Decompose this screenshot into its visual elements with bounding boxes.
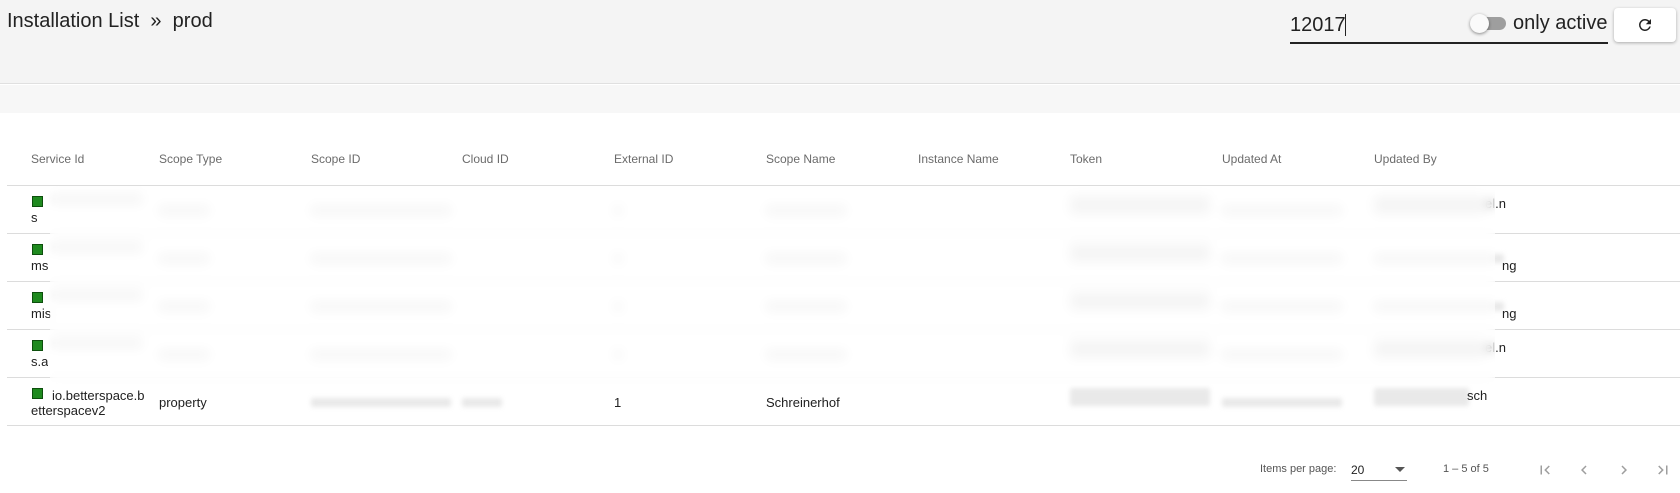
installation-table: Service Id Scope Type Scope ID Cloud ID … [7, 134, 1680, 426]
last-page-icon [1658, 465, 1668, 475]
breadcrumb-separator: » [150, 10, 162, 32]
column-header-cloud-id[interactable]: Cloud ID [462, 152, 509, 166]
app-header: Installation List » prod only active [0, 0, 1680, 84]
page-range-label: 1 – 5 of 5 [1443, 463, 1489, 475]
column-header-scope-name[interactable]: Scope Name [766, 152, 835, 166]
previous-page-button[interactable] [1572, 458, 1596, 482]
column-header-instance-name[interactable]: Instance Name [918, 152, 999, 166]
dropdown-arrow-icon [1395, 467, 1405, 472]
updated-by-cell: ng [1502, 258, 1517, 273]
service-id-line1: io.betterspace.b [52, 388, 145, 403]
status-indicator [32, 196, 43, 207]
service-id-cell: ms [31, 258, 49, 273]
service-id-cell: s [31, 210, 38, 225]
scope-name-cell: Schreinerhof [766, 395, 840, 410]
table-row[interactable]: s.a el.n [7, 330, 1680, 378]
status-indicator [32, 340, 43, 351]
search-input[interactable] [1290, 10, 1470, 40]
column-header-service-id[interactable]: Service Id [31, 152, 84, 166]
toggle-thumb [1470, 14, 1489, 33]
table-row[interactable]: s el.n [7, 186, 1680, 234]
chevron-right-icon [1621, 465, 1627, 475]
chevron-left-icon [1581, 465, 1587, 475]
updated-by-cell: sch [1467, 388, 1488, 403]
only-active-toggle[interactable] [1470, 14, 1506, 33]
column-header-scope-type[interactable]: Scope Type [159, 152, 222, 166]
breadcrumb-env: prod [172, 10, 213, 32]
only-active-label[interactable]: only active [1513, 12, 1608, 35]
service-id-cell: s.a [31, 354, 49, 369]
paginator: Items per page: 20 1 – 5 of 5 [0, 452, 1680, 488]
items-per-page-value: 20 [1351, 463, 1365, 477]
status-indicator [32, 388, 43, 399]
last-page-button[interactable] [1651, 458, 1675, 482]
external-id-cell: 1 [614, 395, 622, 410]
table-row[interactable]: ms ng [7, 234, 1680, 282]
column-header-external-id[interactable]: External ID [614, 152, 673, 166]
column-header-token[interactable]: Token [1070, 152, 1102, 166]
refresh-icon [1638, 18, 1651, 31]
service-id-cell: mis [31, 306, 52, 321]
status-indicator [32, 292, 43, 303]
items-per-page-label: Items per page: [1260, 463, 1337, 475]
column-header-scope-id[interactable]: Scope ID [311, 152, 360, 166]
scope-type-cell: property [159, 395, 207, 410]
first-page-button[interactable] [1533, 458, 1557, 482]
refresh-button[interactable] [1614, 8, 1676, 42]
table-row[interactable]: mis ng [7, 282, 1680, 330]
text-caret [1345, 14, 1346, 36]
table-header: Service Id Scope Type Scope ID Cloud ID … [7, 134, 1680, 186]
toolbar-strip [0, 85, 1680, 113]
updated-by-cell: el.n [1485, 196, 1506, 211]
column-header-updated-by[interactable]: Updated By [1374, 152, 1437, 166]
breadcrumb: Installation List » prod [7, 10, 213, 33]
column-header-updated-at[interactable]: Updated At [1222, 152, 1281, 166]
first-page-icon [1540, 465, 1550, 475]
status-indicator [32, 244, 43, 255]
service-id-line2: etterspacev2 [31, 403, 106, 418]
updated-by-cell: el.n [1485, 340, 1506, 355]
items-per-page-select[interactable]: 20 [1351, 459, 1407, 481]
table-row[interactable]: io.betterspace.b etterspacev2 property 1… [7, 378, 1680, 426]
next-page-button[interactable] [1612, 458, 1636, 482]
updated-by-cell: ng [1502, 306, 1517, 321]
breadcrumb-root[interactable]: Installation List [7, 10, 139, 32]
